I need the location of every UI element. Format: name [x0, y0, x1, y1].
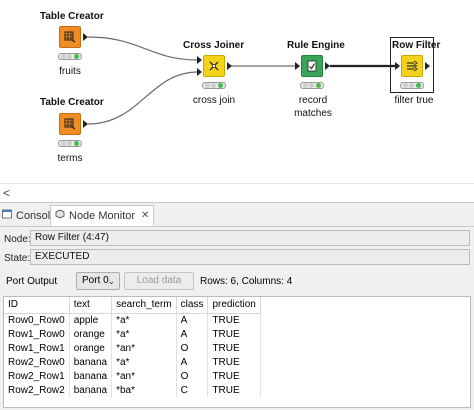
table-cell: C — [176, 383, 209, 397]
table-cell: orange — [69, 327, 113, 341]
table-cell: orange — [69, 341, 113, 355]
port-select-value: Port 0 — [82, 275, 109, 286]
table-cell: TRUE — [207, 383, 261, 397]
table-cell: TRUE — [207, 355, 261, 369]
node-field-label: Node: — [4, 234, 31, 245]
table-cell: Row1_Row1 — [4, 341, 70, 355]
data-table: ID text search_term class prediction Row… — [4, 297, 261, 397]
table-cell: A — [176, 327, 209, 341]
node-title-cross-joiner: Cross Joiner — [183, 40, 245, 51]
table-cell: TRUE — [207, 369, 261, 383]
table-row[interactable]: Row1_Row1 orange *an* O TRUE — [4, 341, 261, 355]
table-cell: *a* — [111, 355, 177, 369]
node-title-table-creator-1: Table Creator — [40, 11, 104, 22]
panel-tab-bar: Console Node Monitor ✕ — [0, 203, 474, 227]
table-cell: banana — [69, 355, 113, 369]
state-field-label: State: — [4, 253, 31, 264]
table-cell: A — [176, 313, 209, 327]
canvas-horizontal-scrollbar[interactable]: < — [0, 183, 474, 202]
table-cell: *ba* — [111, 383, 177, 397]
column-header[interactable]: search_term — [111, 297, 177, 314]
table-creator-icon[interactable] — [59, 26, 81, 48]
wire-fruits-to-crossjoiner — [87, 36, 199, 61]
tab-node-monitor-label: Node Monitor — [69, 209, 136, 222]
scroll-left-icon[interactable]: < — [3, 186, 10, 200]
table-cell: banana — [69, 383, 113, 397]
table-row[interactable]: Row2_Row0 banana *a* A TRUE — [4, 355, 261, 369]
node-label-terms[interactable]: terms — [44, 152, 96, 165]
output-port[interactable] — [83, 120, 88, 128]
table-cell: Row1_Row0 — [4, 327, 70, 341]
row-filter-icon[interactable] — [401, 55, 423, 77]
table-cell: TRUE — [207, 341, 261, 355]
node-title-row-filter: Row Filter — [392, 40, 441, 51]
console-icon — [2, 209, 12, 222]
output-port[interactable] — [325, 62, 330, 70]
status-traffic-light — [58, 140, 82, 147]
node-field-value: Row Filter (4:47) — [30, 230, 470, 246]
output-port[interactable] — [227, 62, 232, 70]
close-icon[interactable]: ✕ — [141, 210, 149, 221]
load-data-button: Load data — [124, 272, 194, 290]
table-header-row: ID text search_term class prediction — [4, 297, 261, 314]
table-creator-icon[interactable] — [59, 113, 81, 135]
column-header[interactable]: ID — [4, 297, 70, 314]
node-label-record-matches[interactable]: record matches — [283, 94, 343, 120]
input-port[interactable] — [295, 62, 300, 70]
output-port[interactable] — [83, 33, 88, 41]
output-port[interactable] — [425, 62, 430, 70]
table-cell: *an* — [111, 341, 177, 355]
table-cell: *a* — [111, 327, 177, 341]
input-port[interactable] — [197, 68, 202, 76]
table-row[interactable]: Row0_Row0 apple *a* A TRUE — [4, 313, 261, 327]
node-title-table-creator-2: Table Creator — [40, 97, 104, 108]
table-cell: Row2_Row2 — [4, 383, 70, 397]
table-cell: Row2_Row1 — [4, 369, 70, 383]
table-row[interactable]: Row1_Row0 orange *a* A TRUE — [4, 327, 261, 341]
table-row[interactable]: Row2_Row1 banana *an* O TRUE — [4, 369, 261, 383]
status-traffic-light — [58, 53, 82, 60]
input-port[interactable] — [197, 56, 202, 64]
state-field-value: EXECUTED — [30, 249, 470, 265]
table-cell: O — [176, 341, 209, 355]
status-traffic-light — [400, 82, 424, 89]
port-output-label: Port Output — [6, 276, 58, 287]
table-cell: TRUE — [207, 327, 261, 341]
table-cell: apple — [69, 313, 113, 327]
table-row[interactable]: Row2_Row2 banana *ba* C TRUE — [4, 383, 261, 397]
chevron-down-icon: ⌄ — [107, 276, 115, 286]
column-header[interactable]: prediction — [207, 297, 261, 314]
status-traffic-light — [300, 82, 324, 89]
input-port[interactable] — [395, 62, 400, 70]
table-cell: *a* — [111, 313, 177, 327]
node-monitor-icon — [55, 209, 65, 222]
table-cell: banana — [69, 369, 113, 383]
node-label-filter-true[interactable]: filter true — [384, 94, 444, 107]
data-table-container[interactable]: ID text search_term class prediction Row… — [3, 296, 471, 408]
node-title-rule-engine: Rule Engine — [287, 40, 345, 51]
wire-terms-to-crossjoiner — [87, 71, 199, 125]
workflow-canvas[interactable]: Table Creator fruits Table Creator terms… — [0, 0, 474, 183]
node-label-cross-join[interactable]: cross join — [184, 94, 244, 107]
table-cell: *an* — [111, 369, 177, 383]
table-cell: Row2_Row0 — [4, 355, 70, 369]
column-header[interactable]: class — [176, 297, 209, 314]
rows-columns-info: Rows: 6, Columns: 4 — [200, 276, 293, 287]
status-traffic-light — [202, 82, 226, 89]
table-cell: Row0_Row0 — [4, 313, 70, 327]
cross-joiner-icon[interactable] — [203, 55, 225, 77]
tab-node-monitor[interactable]: Node Monitor ✕ — [50, 205, 155, 226]
port-select[interactable]: Port 0 ⌄ — [76, 272, 120, 290]
node-label-fruits[interactable]: fruits — [44, 65, 96, 78]
tab-console[interactable]: Console — [2, 205, 56, 226]
table-cell: TRUE — [207, 313, 261, 327]
column-header[interactable]: text — [69, 297, 113, 314]
table-cell: O — [176, 369, 209, 383]
table-cell: A — [176, 355, 209, 369]
rule-engine-icon[interactable] — [301, 55, 323, 77]
